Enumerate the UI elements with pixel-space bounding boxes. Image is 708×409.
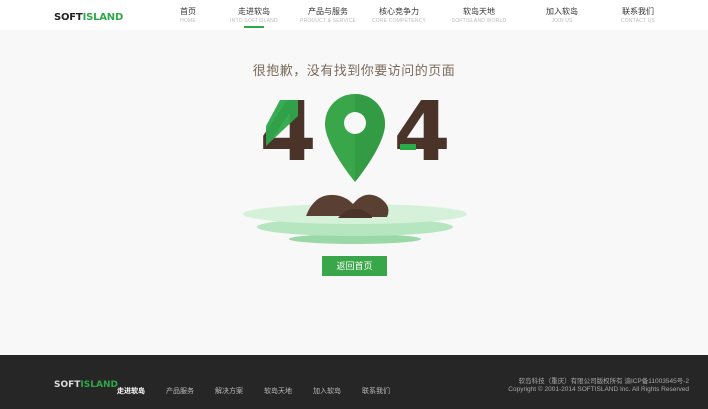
- nav-label: 核心竞争力: [379, 7, 419, 16]
- nav-sublabel: PRODUCT & SERVICE: [299, 18, 356, 24]
- footer-nav-softisland-world[interactable]: 软岛天地: [264, 386, 292, 396]
- nav-item-into-softisland[interactable]: 走进软岛 INTO SOFTISLAND: [219, 7, 289, 28]
- nav-label: 软岛天地: [463, 7, 495, 16]
- footer-nav-products[interactable]: 产品服务: [166, 386, 194, 396]
- nav-label: 产品与服务: [308, 7, 348, 16]
- footer-copyright: Copyright © 2001-2014 SOFTISLAND Inc. Al…: [508, 386, 689, 393]
- main-nav: 首页 HOME 走进软岛 INTO SOFTISLAND 产品与服务 PRODU…: [150, 0, 670, 30]
- footer-logo-soft: SOFT: [54, 380, 81, 390]
- nav-label: 走进软岛: [238, 7, 270, 16]
- footer-company-icp: 软岛科技（重庆）有限公司版权所有 渝ICP备11003545号-2: [518, 378, 689, 385]
- nav-label: 首页: [180, 7, 196, 16]
- footer-logo-island: ISLAND: [80, 380, 118, 390]
- footer-nav-contact-us[interactable]: 联系我们: [362, 386, 390, 396]
- site-footer: SOFTISLAND 走进软岛 产品服务 解决方案 软岛天地 加入软岛 联系我们…: [0, 355, 708, 409]
- nav-item-core-competency[interactable]: 核心竞争力 CORE COMPETENCY: [364, 7, 434, 25]
- footer-nav-solutions[interactable]: 解决方案: [215, 386, 243, 396]
- logo-text-island: ISLAND: [82, 12, 124, 23]
- nav-label: 联系我们: [622, 7, 654, 16]
- nav-item-contact-us[interactable]: 联系我们 CONTACT US: [603, 7, 673, 25]
- nav-sublabel: CONTACT US: [620, 18, 656, 24]
- nav-item-join-us[interactable]: 加入软岛 JOIN US: [527, 7, 597, 25]
- location-pin-shade: [355, 94, 385, 182]
- site-header: SOFTISLAND 首页 HOME 走进软岛 INTO SOFTISLAND …: [0, 0, 708, 30]
- logo-text-soft: SOFT: [54, 12, 83, 23]
- nav-item-softisland-world[interactable]: 软岛天地 SOFTISLAND WORLD: [444, 7, 514, 25]
- 404-illustration: 4 4: [243, 94, 467, 244]
- footer-nav-into-softisland[interactable]: 走进软岛: [117, 386, 145, 396]
- back-home-button[interactable]: 返回首页: [322, 256, 387, 276]
- footer-nav-join-us[interactable]: 加入软岛: [313, 386, 341, 396]
- nav-sublabel: SOFTISLAND WORLD: [451, 18, 507, 24]
- nav-sublabel: CORE COMPETENCY: [371, 18, 427, 24]
- nav-label: 加入软岛: [546, 7, 578, 16]
- nav-item-home[interactable]: 首页 HOME: [153, 7, 223, 25]
- nav-sublabel: INTO SOFTISLAND: [230, 18, 278, 24]
- nav-sublabel: JOIN US: [551, 18, 573, 24]
- nav-active-indicator: [244, 26, 264, 28]
- site-logo[interactable]: SOFTISLAND: [54, 7, 123, 25]
- nav-sublabel: HOME: [180, 18, 196, 24]
- footer-logo[interactable]: SOFTISLAND: [54, 380, 118, 390]
- location-pin-hole: [344, 112, 366, 134]
- nav-item-product-service[interactable]: 产品与服务 PRODUCT & SERVICE: [293, 7, 363, 25]
- error-page-main: 很抱歉，没有找到你要访问的页面 4 4 返回首页: [0, 30, 708, 355]
- error-headline: 很抱歉，没有找到你要访问的页面: [252, 63, 456, 78]
- digit-right-accent: [400, 144, 416, 150]
- digit-right: 4: [393, 94, 450, 180]
